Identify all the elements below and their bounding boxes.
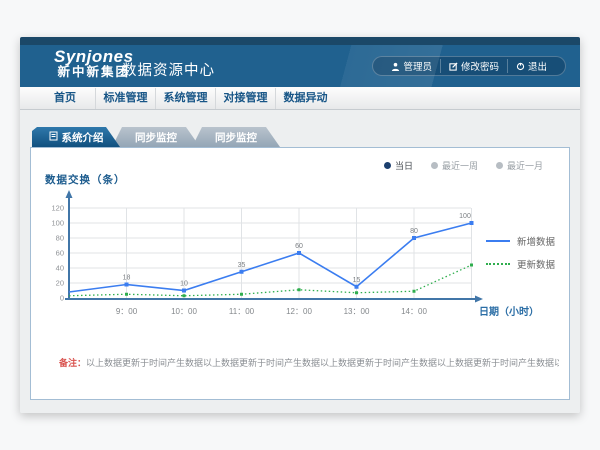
change-password-button[interactable]: 修改密码 (440, 59, 507, 73)
edit-icon (449, 62, 458, 71)
nav-item-interface-mgmt[interactable]: 对接管理 (215, 88, 275, 109)
svg-text:0: 0 (60, 294, 64, 303)
tab-system-intro[interactable]: 系统介绍 (32, 127, 120, 147)
svg-text:日期（小时）: 日期（小时） (479, 305, 539, 318)
svg-text:100: 100 (459, 213, 471, 220)
logout-button[interactable]: 退出 (507, 59, 555, 73)
tab-sync-monitor-2[interactable]: 同步监控 (192, 127, 280, 147)
page-title: 数据资源中心 (122, 59, 215, 80)
radio-dot-icon (496, 162, 503, 169)
app-window: Synjones 新中新集团 数据资源中心 管理员 修改密码 退出 (20, 37, 580, 413)
chart-panel: 当日 最近一周 最近一月 数据交换（条） 0204060801001209：00… (30, 147, 570, 400)
current-user-label: 管理员 (403, 59, 432, 73)
legend-item-updated-data[interactable]: 更新数据 (486, 257, 555, 271)
time-range-filter: 当日 最近一周 最近一月 (384, 159, 543, 172)
legend-item-new-data[interactable]: 新增数据 (486, 234, 555, 248)
radio-dot-icon (431, 162, 438, 169)
svg-text:35: 35 (238, 262, 246, 269)
svg-text:80: 80 (410, 228, 418, 235)
tab-sync-monitor-1[interactable]: 同步监控 (112, 127, 200, 147)
content-area: 系统介绍 同步监控 同步监控 当日 最近一周 (20, 110, 580, 413)
svg-text:11：00: 11：00 (229, 307, 255, 316)
filter-label: 当日 (395, 159, 413, 172)
tab-bar: 系统介绍 同步监控 同步监控 (32, 127, 280, 147)
svg-text:10: 10 (180, 281, 188, 288)
svg-text:80: 80 (56, 234, 64, 243)
svg-text:13：00: 13：00 (344, 307, 370, 316)
logout-label: 退出 (528, 59, 547, 73)
main-nav: 首页 标准管理 系统管理 对接管理 数据异动 (20, 87, 580, 110)
tab-label: 同步监控 (135, 130, 177, 145)
filter-option-last-month[interactable]: 最近一月 (496, 159, 543, 172)
svg-text:14：00: 14：00 (401, 307, 427, 316)
nav-item-home[interactable]: 首页 (35, 88, 95, 109)
svg-text:60: 60 (56, 249, 64, 258)
change-password-label: 修改密码 (461, 59, 499, 73)
svg-text:12：00: 12：00 (286, 307, 312, 316)
legend-label: 更新数据 (517, 257, 555, 271)
tab-label: 系统介绍 (62, 130, 104, 145)
header: Synjones 新中新集团 数据资源中心 管理员 修改密码 退出 (20, 45, 580, 87)
svg-text:10：00: 10：00 (171, 307, 197, 316)
chart-legend: 新增数据 更新数据 (486, 234, 555, 271)
tab-label: 同步监控 (215, 130, 257, 145)
svg-text:120: 120 (51, 204, 64, 213)
svg-text:18: 18 (123, 275, 131, 282)
header-top-strip (20, 37, 580, 45)
filter-label: 最近一月 (507, 159, 543, 172)
svg-text:9：00: 9：00 (116, 307, 138, 316)
svg-text:15: 15 (353, 277, 361, 284)
nav-item-system-mgmt[interactable]: 系统管理 (155, 88, 215, 109)
user-icon (391, 62, 400, 71)
svg-text:100: 100 (51, 219, 64, 228)
filter-option-last-week[interactable]: 最近一周 (431, 159, 478, 172)
svg-text:20: 20 (56, 279, 64, 288)
filter-option-today[interactable]: 当日 (384, 159, 413, 172)
nav-item-standard-mgmt[interactable]: 标准管理 (95, 88, 155, 109)
nav-item-data-change[interactable]: 数据异动 (275, 88, 335, 109)
legend-label: 新增数据 (517, 234, 555, 248)
footnote-prefix: 备注： (59, 358, 86, 368)
radio-dot-icon (384, 162, 391, 169)
solid-line-icon (486, 240, 510, 242)
current-user-button[interactable]: 管理员 (383, 59, 440, 73)
power-icon (516, 62, 525, 71)
dotted-line-icon (486, 263, 510, 265)
document-icon (49, 131, 58, 144)
footnote-text: 以上数据更新于时间产生数据以上数据更新于时间产生数据以上数据更新于时间产生数据以… (86, 358, 559, 368)
user-menu: 管理员 修改密码 退出 (372, 56, 566, 76)
footnote: 备注：以上数据更新于时间产生数据以上数据更新于时间产生数据以上数据更新于时间产生… (59, 356, 559, 369)
svg-text:60: 60 (295, 243, 303, 250)
filter-label: 最近一周 (442, 159, 478, 172)
svg-text:40: 40 (56, 264, 64, 273)
